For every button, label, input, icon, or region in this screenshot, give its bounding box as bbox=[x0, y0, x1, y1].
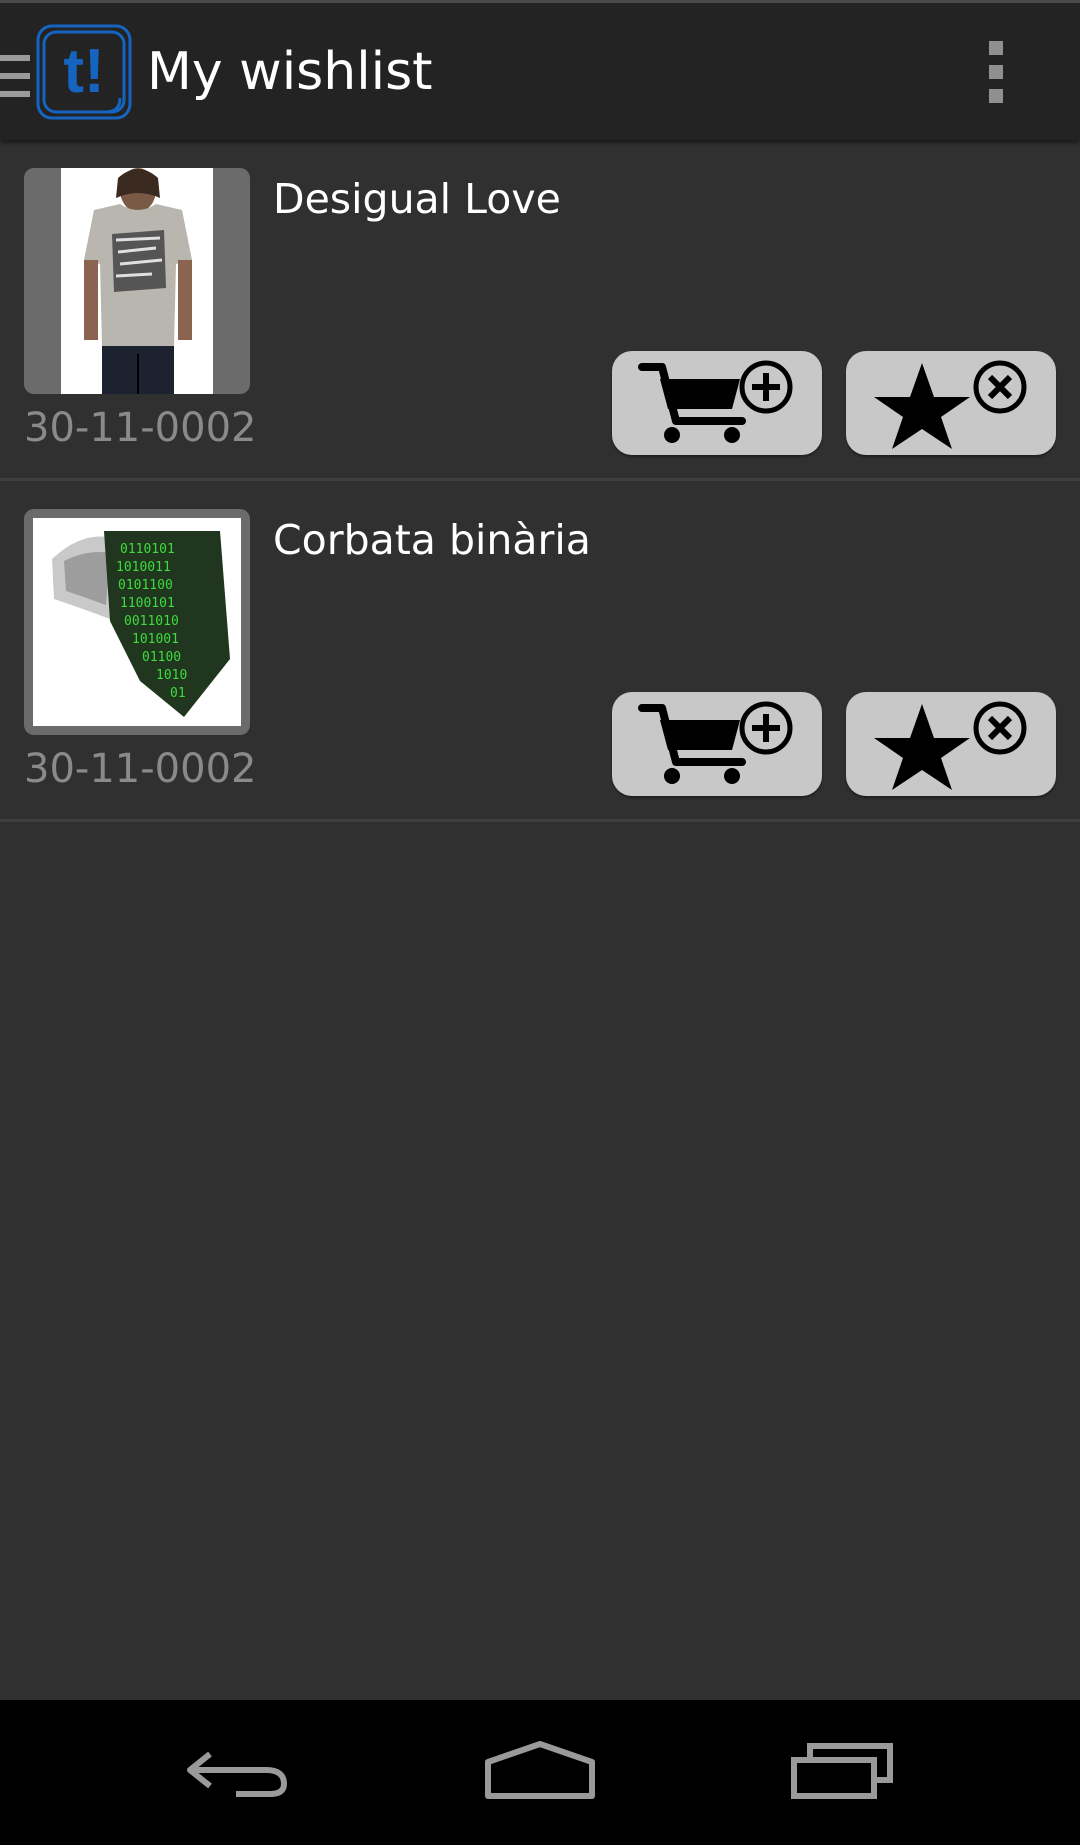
svg-text:0101100: 0101100 bbox=[118, 578, 173, 593]
add-to-cart-button[interactable] bbox=[612, 692, 822, 796]
action-bar: t! My wishlist bbox=[0, 3, 1080, 140]
star-remove-icon bbox=[874, 360, 1027, 449]
tie-product-image[interactable]: 0110101 1010011 0101100 1100101 0011010 … bbox=[24, 509, 250, 735]
svg-text:1100101: 1100101 bbox=[120, 596, 175, 611]
home-icon[interactable] bbox=[484, 1740, 596, 1804]
back-icon[interactable] bbox=[186, 1740, 292, 1804]
overflow-menu-icon[interactable] bbox=[978, 41, 1014, 109]
remove-from-wishlist-button[interactable] bbox=[846, 351, 1056, 455]
item-date: 30-11-0002 bbox=[24, 405, 257, 451]
list-item[interactable]: Desigual Love 30-11-0002 bbox=[0, 140, 1080, 481]
list-item[interactable]: 0110101 1010011 0101100 1100101 0011010 … bbox=[0, 481, 1080, 822]
recent-apps-icon[interactable] bbox=[790, 1740, 896, 1804]
svg-text:0011010: 0011010 bbox=[124, 614, 179, 629]
page-title: My wishlist bbox=[147, 42, 433, 102]
menu-drawer-icon[interactable] bbox=[0, 55, 30, 99]
svg-text:01100: 01100 bbox=[142, 650, 181, 665]
svg-text:1010: 1010 bbox=[156, 668, 187, 683]
tshirt-product-image[interactable] bbox=[24, 168, 250, 394]
add-to-cart-button[interactable] bbox=[612, 351, 822, 455]
svg-text:01: 01 bbox=[170, 686, 186, 701]
navigation-bar bbox=[0, 1700, 1080, 1845]
wishlist: Desigual Love 30-11-0002 0110101 1010011… bbox=[0, 140, 1080, 822]
cart-add-icon bbox=[638, 360, 793, 443]
app-logo-icon[interactable]: t! bbox=[36, 24, 132, 120]
star-remove-icon bbox=[874, 701, 1027, 790]
cart-add-icon bbox=[638, 701, 793, 784]
app-logo-text: t! bbox=[63, 37, 104, 106]
svg-text:101001: 101001 bbox=[132, 632, 179, 647]
remove-from-wishlist-button[interactable] bbox=[846, 692, 1056, 796]
svg-text:1010011: 1010011 bbox=[116, 560, 171, 575]
svg-text:0110101: 0110101 bbox=[120, 542, 175, 557]
item-title: Corbata binària bbox=[273, 516, 591, 564]
item-date: 30-11-0002 bbox=[24, 746, 257, 792]
item-title: Desigual Love bbox=[273, 175, 561, 223]
